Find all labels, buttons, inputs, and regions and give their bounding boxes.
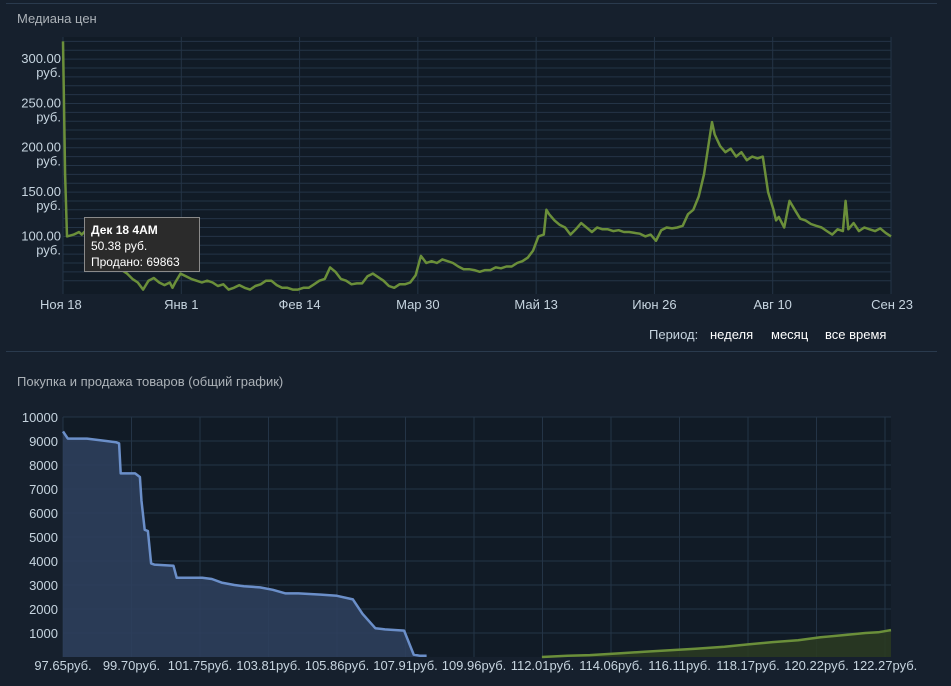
period-month-button[interactable]: месяц [771, 327, 808, 342]
orders-x-tick-label: 97.65руб. [34, 658, 91, 673]
orders-x-tick-label: 109.96руб. [442, 658, 507, 673]
price-tooltip: Дек 18 4AM 50.38 руб. Продано: 69863 [84, 217, 200, 272]
orders-x-tick-label: 107.91руб. [373, 658, 438, 673]
price-y-tick-unit: руб. [36, 65, 61, 80]
orders-x-tick-label: 118.17руб. [716, 658, 780, 673]
price-y-tick-unit: руб. [36, 198, 61, 213]
price-y-tick-label: 200.00 [21, 140, 61, 155]
price-y-tick-unit: руб. [36, 109, 61, 124]
orders-x-tick-label: 103.81руб. [236, 658, 301, 673]
tooltip-date: Дек 18 4AM [91, 223, 158, 237]
price-x-tick-label: Мар 30 [396, 297, 440, 312]
orders-chart-title: Покупка и продажа товаров (общий график) [17, 374, 284, 389]
price-x-tick-label: Июн 26 [632, 297, 676, 312]
period-week-button[interactable]: неделя [710, 327, 753, 342]
orders-y-tick-label: 3000 [29, 578, 58, 593]
price-y-tick-label: 300.00 [21, 51, 61, 66]
orders-x-tick-label: 105.86руб. [305, 658, 370, 673]
price-x-tick-label: Фев 14 [279, 297, 321, 312]
orders-x-tick-label: 112.01руб. [511, 658, 575, 673]
orders-y-tick-label: 5000 [29, 530, 58, 545]
orders-y-tick-label: 10000 [22, 410, 58, 425]
orders-y-tick-label: 9000 [29, 434, 58, 449]
section-divider [6, 351, 937, 352]
orders-y-tick-label: 6000 [29, 506, 58, 521]
price-y-tick-label: 150.00 [21, 184, 61, 199]
orders-y-tick-label: 2000 [29, 602, 58, 617]
price-history-chart[interactable]: Ноя 18 Янв 1 Фев 14 Мар 30 Май 13 Июн 26 Авг 1… [0, 0, 951, 686]
orders-x-tick-label: 99.70руб. [103, 658, 160, 673]
orders-y-tick-label: 7000 [29, 482, 58, 497]
tooltip-sold: Продано: 69863 [91, 255, 180, 269]
price-y-tick-unit: руб. [36, 242, 61, 257]
orders-x-tick-label: 114.06руб. [579, 658, 643, 673]
price-x-tick-label: Май 13 [514, 297, 558, 312]
price-y-tick-unit: руб. [36, 154, 61, 169]
price-x-tick-label: Авг 10 [754, 297, 792, 312]
orders-x-tick-label: 120.22руб. [784, 658, 849, 673]
orders-y-tick-label: 1000 [29, 626, 58, 641]
price-y-tick-label: 250.00 [21, 95, 61, 110]
orders-y-tick-label: 8000 [29, 458, 58, 473]
price-y-tick-label: 100.00 [21, 228, 61, 243]
tooltip-price: 50.38 руб. [91, 239, 148, 253]
orders-x-tick-label: 122.27руб. [853, 658, 918, 673]
orders-x-tick-label: 101.75руб. [168, 658, 233, 673]
price-x-tick-label: Сен 23 [871, 297, 913, 312]
period-label: Период: [649, 327, 699, 342]
orders-y-tick-label: 4000 [29, 554, 58, 569]
price-x-tick-label: Янв 1 [164, 297, 198, 312]
orders-x-tick-label: 116.11руб. [648, 658, 711, 673]
price-x-tick-label: Ноя 18 [40, 297, 82, 312]
period-all-time-button[interactable]: все время [825, 327, 886, 342]
